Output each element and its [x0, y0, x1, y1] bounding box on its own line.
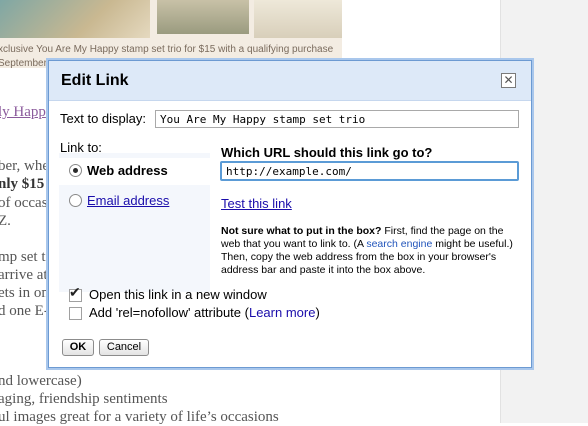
background-text: ul images great for a variety of life’s …: [0, 409, 279, 425]
new-window-checkbox[interactable]: ✔: [69, 284, 82, 302]
email-address-radio[interactable]: [69, 194, 82, 207]
text-to-display-input[interactable]: [155, 110, 519, 128]
background-text: nly $15: [0, 176, 45, 192]
cancel-button[interactable]: Cancel: [99, 339, 149, 356]
banner-image-1: [0, 0, 150, 38]
background-text: Z.: [0, 213, 11, 229]
email-address-link[interactable]: Email address: [87, 193, 169, 208]
background-text: arrive at: [0, 267, 48, 283]
background-text: ber, whe: [0, 158, 50, 174]
nofollow-label-row: Add 'rel=nofollow' attribute (Learn more…: [89, 305, 320, 320]
help-text: Not sure what to put in the box? First, …: [221, 225, 521, 277]
url-question: Which URL should this link go to?: [221, 145, 433, 160]
close-icon[interactable]: ✕: [501, 73, 516, 88]
test-link[interactable]: Test this link: [221, 196, 292, 211]
promo-text-2: September: [0, 58, 47, 68]
new-window-label[interactable]: Open this link in a new window: [89, 287, 267, 302]
option-web-address[interactable]: Web address: [59, 158, 210, 185]
banner-image-2: [157, 0, 249, 34]
background-text: ets in on: [0, 285, 49, 301]
dialog-title: Edit Link: [61, 72, 129, 89]
edit-link-dialog: Edit Link ✕ Text to display: Link to: We…: [48, 60, 532, 368]
background-text: aging, friendship sentiments: [0, 391, 168, 407]
learn-more-link[interactable]: Learn more: [249, 305, 315, 320]
background-link[interactable]: ly Happ: [0, 104, 46, 120]
ok-button[interactable]: OK: [62, 339, 94, 356]
nofollow-suffix: ): [315, 305, 320, 320]
banner-image-3: [254, 0, 342, 38]
option-email-address[interactable]: Email address: [59, 188, 210, 215]
dialog-header: Edit Link ✕: [49, 61, 531, 101]
help-bold: Not sure what to put in the box?: [221, 225, 382, 237]
promo-banner: xclusive You Are My Happy stamp set trio…: [0, 0, 342, 68]
web-address-radio[interactable]: [69, 164, 82, 177]
text-to-display-label: Text to display:: [60, 111, 146, 126]
background-text: of occas: [0, 195, 48, 211]
checkmark-icon: ✔: [69, 284, 81, 300]
url-input[interactable]: [220, 161, 519, 181]
web-address-label[interactable]: Web address: [87, 163, 168, 178]
search-engine-link[interactable]: search engine: [366, 238, 432, 250]
link-to-panel: Web address Email address: [59, 153, 210, 292]
promo-text: xclusive You Are My Happy stamp set trio…: [0, 44, 334, 55]
nofollow-checkbox[interactable]: [69, 307, 82, 320]
background-text: d one E-: [0, 303, 49, 319]
background-text: nd lowercase): [0, 373, 82, 389]
nofollow-label[interactable]: Add 'rel=nofollow' attribute (: [89, 305, 249, 320]
background-text: mp set t: [0, 249, 46, 265]
